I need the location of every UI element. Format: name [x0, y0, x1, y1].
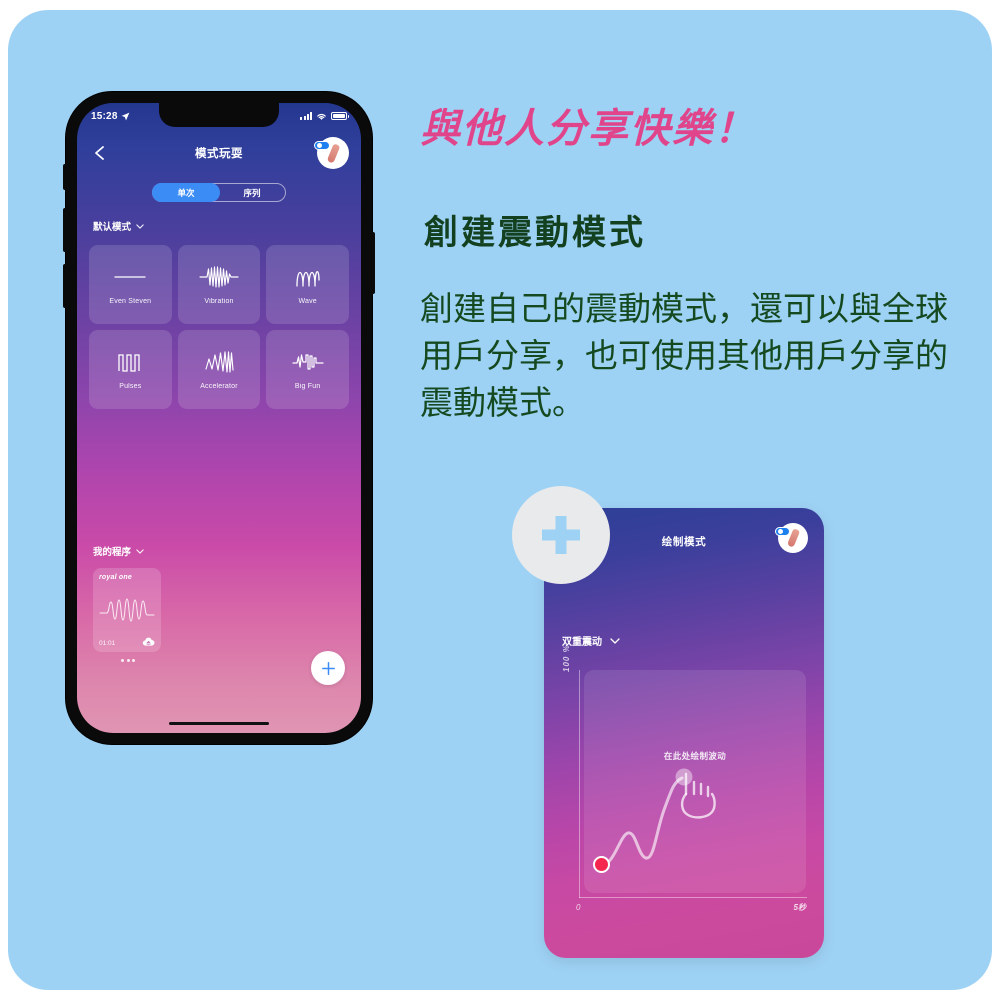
- poster-root: 15:28 模式玩耍 单次 序列 默认模式 Even Steven Vibrat…: [0, 0, 1000, 1000]
- phone-mockup: 15:28 模式玩耍 单次 序列 默认模式 Even Steven Vibrat…: [63, 92, 375, 744]
- segment-sequence[interactable]: 序列: [219, 184, 285, 201]
- accelerating-wave-icon: [205, 351, 234, 373]
- toggle-pill-icon: [775, 527, 790, 536]
- app-nav-bar: 模式玩耍: [77, 133, 361, 173]
- pattern-tile-big-fun[interactable]: Big Fun: [266, 330, 349, 409]
- pattern-label: Vibration: [204, 298, 234, 305]
- chevron-down-icon: [136, 223, 144, 229]
- back-chevron-icon[interactable]: [91, 144, 109, 162]
- plus-glyph-icon: [542, 516, 580, 554]
- flat-line-wave-icon: [114, 276, 146, 278]
- pattern-tile-even-steven[interactable]: Even Steven: [89, 245, 172, 324]
- pattern-grid: Even Steven Vibration Wave Pulses Accele…: [89, 245, 349, 409]
- x-axis-start-label: 0: [576, 903, 581, 912]
- program-card-footer: 01:01: [99, 636, 155, 647]
- section-label-default-modes: 默认模式: [93, 222, 132, 233]
- more-options-dots-icon[interactable]: [121, 659, 135, 662]
- phone-screen: 15:28 模式玩耍 单次 序列 默认模式 Even Steven Vibrat…: [77, 103, 361, 733]
- pattern-label: Accelerator: [200, 383, 238, 390]
- draw-touch-point: [675, 768, 693, 786]
- status-bar-time: 15:28: [91, 110, 118, 122]
- pattern-label: Pulses: [119, 383, 142, 390]
- wifi-icon: [317, 113, 326, 120]
- section-label-my-programs: 我的程序: [93, 547, 132, 558]
- plus-icon: [321, 661, 335, 675]
- chevron-down-icon: [136, 548, 144, 554]
- location-arrow-icon: [121, 112, 129, 120]
- draw-plot-area: 100 % 在此处绘制波动 0 5秒: [562, 644, 807, 925]
- lovense-toy-badge-icon[interactable]: [314, 137, 349, 169]
- program-duration: 01:01: [99, 640, 116, 647]
- battery-icon: [331, 112, 349, 120]
- program-name: royal one: [99, 574, 132, 581]
- y-axis-label: 100 %: [562, 644, 571, 672]
- chevron-down-icon: [610, 637, 620, 644]
- cellular-signal-icon: [300, 112, 312, 120]
- segment-single[interactable]: 单次: [153, 184, 219, 201]
- cloud-upload-icon[interactable]: [142, 636, 155, 647]
- pattern-label: Wave: [298, 298, 317, 305]
- program-card-royal-one[interactable]: royal one 01:01: [93, 568, 161, 652]
- dense-vibration-wave-icon: [199, 266, 239, 288]
- program-waveform-icon: [99, 598, 155, 621]
- status-bar-left: 15:28: [91, 111, 130, 122]
- plus-circle-icon[interactable]: [512, 486, 610, 584]
- promo-subhead: 創建震動模式: [424, 214, 646, 252]
- pattern-tile-pulses[interactable]: Pulses: [89, 330, 172, 409]
- status-bar-right: [300, 112, 349, 121]
- pattern-tile-wave[interactable]: Wave: [266, 245, 349, 324]
- phone-mute-switch[interactable]: [63, 164, 67, 190]
- mode-segmented-control[interactable]: 单次 序列: [152, 183, 286, 202]
- phone-volume-down-button[interactable]: [63, 264, 67, 308]
- home-indicator: [169, 721, 269, 725]
- pattern-label: Big Fun: [294, 383, 321, 390]
- promo-body: 創建自己的震動模式，還可以與全球用戶分享，也可使用其他用戶分享的震動模式。: [420, 290, 948, 421]
- promo-headline: 與他人分享快樂！: [420, 107, 756, 151]
- x-axis-end-label: 5秒: [793, 903, 806, 912]
- drawn-wave-path: [600, 776, 684, 867]
- drawing-hand-cursor-icon: [680, 772, 716, 819]
- lovense-toy-badge-icon[interactable]: [775, 523, 808, 553]
- pattern-tile-accelerator[interactable]: Accelerator: [177, 330, 261, 409]
- pattern-tile-vibration[interactable]: Vibration: [177, 245, 261, 324]
- status-bar: 15:28: [77, 103, 361, 129]
- pattern-label: Even Steven: [109, 298, 152, 305]
- big-fun-wave-icon: [292, 354, 324, 370]
- phone-volume-up-button[interactable]: [63, 208, 67, 252]
- section-header-default-modes[interactable]: 默认模式: [93, 219, 144, 233]
- square-pulse-wave-icon: [118, 354, 140, 372]
- add-program-fab[interactable]: [311, 651, 345, 685]
- section-header-my-programs[interactable]: 我的程序: [93, 544, 144, 558]
- sine-wave-icon: [296, 271, 320, 287]
- start-point-dot-icon[interactable]: [593, 856, 610, 873]
- phone-power-button[interactable]: [371, 232, 375, 294]
- toggle-pill-icon: [314, 141, 330, 150]
